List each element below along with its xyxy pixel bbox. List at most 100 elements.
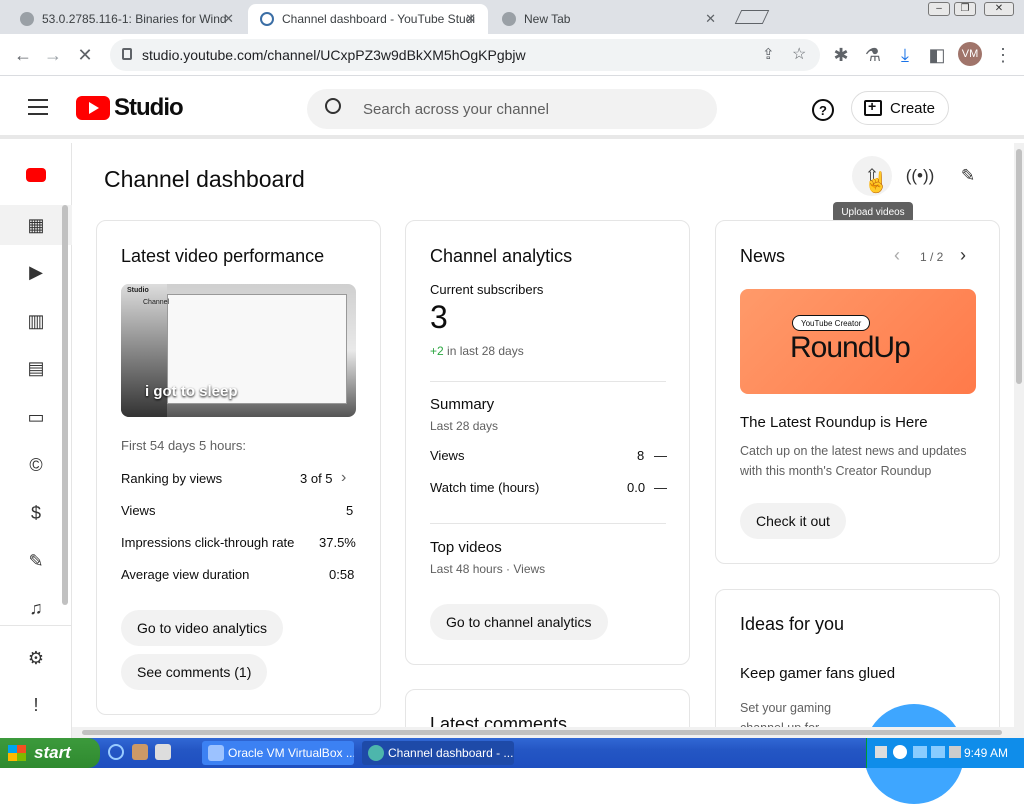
network-icon[interactable] [913, 746, 927, 758]
views-value: 8 [637, 448, 645, 463]
bookmark-star-icon[interactable]: ☆ [792, 44, 806, 64]
profile-avatar[interactable]: VM [958, 42, 982, 66]
youtube-logo-icon[interactable] [76, 96, 110, 120]
network-icon[interactable] [931, 746, 945, 758]
content-icon[interactable]: ▶ [22, 260, 50, 284]
hamburger-menu-icon[interactable] [28, 99, 48, 115]
create-post-button[interactable]: ✎ [948, 156, 988, 196]
start-label: start [34, 743, 71, 762]
browser-tab-binaries[interactable]: 53.0.2785.116-1: Binaries for Wind ✕ [8, 4, 246, 34]
address-bar[interactable]: studio.youtube.com/channel/UCxpPZ3w9dBkX… [110, 39, 820, 71]
minimize-button[interactable]: – [928, 2, 950, 16]
browser-menu-icon[interactable]: ⋮ [988, 40, 1018, 70]
settings-icon[interactable]: ⚙ [22, 646, 50, 670]
browser-tab-newtab[interactable]: New Tab ✕ [490, 4, 728, 34]
lock-icon [122, 48, 132, 60]
top-videos-period: Last 48 hours · Views [430, 562, 546, 576]
creator-roundup-image[interactable]: YouTube Creator RoundUp [740, 289, 976, 394]
channel-avatar-icon[interactable] [22, 163, 50, 187]
close-tab-icon[interactable]: ✕ [223, 11, 234, 27]
watch-time-label: Watch time (hours) [430, 480, 540, 495]
keyboard-icon[interactable] [875, 746, 887, 758]
volume-icon[interactable] [949, 746, 961, 758]
video-thumbnail[interactable]: Studio Channel i got to sleep [121, 284, 356, 417]
taskbar-chrome[interactable]: Channel dashboard - ... [362, 741, 514, 765]
browser-tab-studio[interactable]: Channel dashboard - YouTube Studi ✕ [248, 4, 488, 34]
hand-cursor-icon: ☝ [864, 172, 889, 194]
sidebar-scrollbar[interactable] [62, 205, 68, 605]
see-comments-button[interactable]: See comments (1) [121, 654, 268, 690]
subscribers-label: Current subscribers [430, 282, 544, 297]
card-title: News [740, 246, 786, 266]
go-to-channel-analytics-button[interactable]: Go to channel analytics [430, 604, 608, 640]
analytics-icon[interactable]: ▥ [22, 309, 50, 333]
roundup-badge: YouTube Creator [792, 315, 871, 331]
watch-time-trend: — [654, 480, 667, 495]
globe-icon [20, 12, 34, 26]
news-body: Catch up on the latest news and updates … [740, 444, 967, 478]
clock[interactable]: 9:49 AM [964, 746, 1008, 760]
tab-title: New Tab [524, 12, 571, 26]
scrollbar-thumb[interactable] [1016, 149, 1022, 384]
go-to-video-analytics-button[interactable]: Go to video analytics [121, 610, 283, 646]
horizontal-scrollbar[interactable] [72, 727, 1014, 738]
search-placeholder: Search across your channel [363, 100, 549, 118]
close-tab-icon[interactable]: ✕ [465, 11, 476, 27]
quicklaunch-app-icon[interactable] [132, 744, 148, 760]
close-window-button[interactable]: ✕ [984, 2, 1014, 16]
create-button[interactable]: Create [851, 91, 949, 125]
summary-period: Last 28 days [430, 419, 499, 433]
vertical-scrollbar[interactable] [1014, 143, 1024, 738]
download-icon[interactable]: ⤓ [890, 40, 920, 70]
chevron-right-icon[interactable]: › [960, 245, 966, 266]
taskbar-virtualbox[interactable]: Oracle VM VirtualBox ... [202, 741, 354, 765]
edit-icon: ✎ [960, 166, 976, 185]
extensions-icon[interactable]: ✱ [826, 40, 856, 70]
card-title: Ideas for you [740, 614, 845, 634]
chevron-left-icon[interactable]: ‹ [894, 245, 900, 266]
windows-taskbar: start Oracle VM VirtualBox ... Channel d… [0, 738, 1024, 768]
tray-arrow-icon[interactable] [893, 745, 907, 759]
start-button[interactable]: start [0, 738, 100, 768]
comments-icon[interactable]: ▤ [22, 356, 50, 380]
customization-icon[interactable]: ✎ [22, 549, 50, 573]
search-icon[interactable] [325, 98, 341, 114]
side-panel-icon[interactable]: ◧ [922, 40, 952, 70]
stop-loading-icon[interactable]: ✕ [70, 40, 100, 70]
internet-explorer-icon[interactable] [108, 744, 124, 760]
card-title: Channel analytics [430, 246, 573, 266]
earn-icon[interactable]: $ [22, 501, 50, 525]
period-text: First 54 days 5 hours: [121, 438, 246, 453]
latest-video-card: Latest video performance Studio Channel … [96, 220, 381, 715]
globe-icon [502, 12, 516, 26]
check-it-out-button[interactable]: Check it out [740, 503, 846, 539]
quicklaunch-box-icon[interactable] [155, 744, 171, 760]
sidebar-divider [0, 625, 72, 626]
close-tab-icon[interactable]: ✕ [705, 11, 716, 27]
forward-icon[interactable]: → [38, 40, 68, 70]
task-label: Oracle VM VirtualBox ... [228, 746, 354, 760]
views-value: 5 [346, 503, 354, 518]
subtitles-icon[interactable]: ▭ [22, 405, 50, 429]
share-icon[interactable]: ⇪ [762, 45, 775, 63]
new-tab-button[interactable] [734, 10, 770, 24]
labs-flask-icon[interactable]: ⚗ [858, 40, 888, 70]
search-input[interactable]: Search across your channel [307, 89, 717, 129]
feedback-icon[interactable]: ! [22, 693, 50, 717]
copyright-icon[interactable]: © [22, 453, 50, 477]
create-video-icon [864, 98, 882, 116]
back-icon[interactable]: ← [8, 40, 38, 70]
audio-library-icon[interactable]: ♫ [22, 596, 50, 620]
scrollbar-thumb[interactable] [82, 730, 1002, 735]
studio-logo-text[interactable]: Studio [114, 94, 184, 122]
summary-title: Summary [430, 396, 495, 413]
dashboard-icon[interactable]: ▦ [22, 213, 50, 237]
go-live-button[interactable]: ((•)) [900, 156, 940, 196]
restore-button[interactable]: ❐ [954, 2, 976, 16]
create-label: Create [890, 99, 936, 117]
channel-analytics-card: Channel analytics Current subscribers 3 … [405, 220, 690, 665]
windows-logo-icon [8, 745, 26, 761]
help-icon[interactable]: ? [812, 99, 834, 121]
thumbnail-header-text: Channel [143, 299, 170, 306]
chevron-right-icon[interactable]: › [341, 469, 346, 487]
